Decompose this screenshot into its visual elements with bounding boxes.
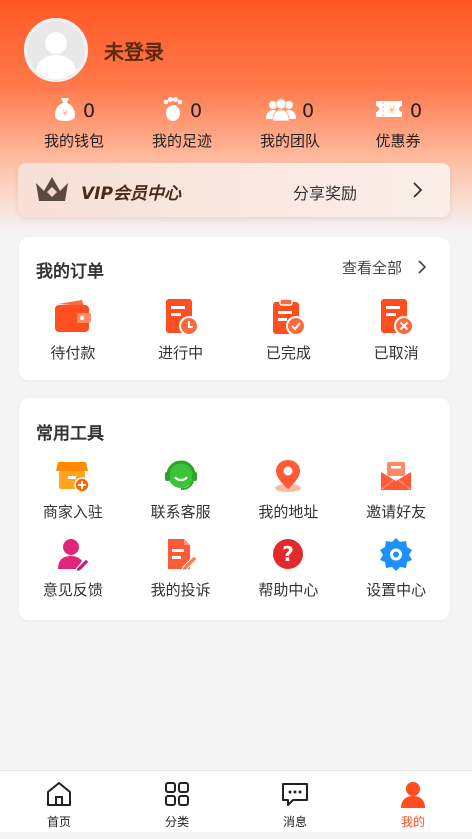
category-icon <box>118 779 236 809</box>
wallet-label: 我的钱包 <box>43 132 104 150</box>
svg-text:¥: ¥ <box>389 106 395 116</box>
order-cancelled[interactable]: 已取消 <box>342 296 450 363</box>
coupon-label: 优惠券 <box>375 132 421 150</box>
stat-footprint[interactable]: 0 我的足迹 <box>128 96 236 151</box>
tab-category-label: 分类 <box>164 815 189 829</box>
footprint-count: 0 <box>189 100 203 122</box>
order-pending-payment[interactable]: 待付款 <box>19 296 127 363</box>
order-in-progress[interactable]: 进行中 <box>127 296 235 363</box>
tab-profile-label: 我的 <box>400 815 425 829</box>
crown-icon <box>34 173 70 209</box>
tool-feedback-label: 意见反馈 <box>42 581 103 599</box>
location-icon <box>235 455 343 497</box>
tools-title: 常用工具 <box>36 424 104 444</box>
bottom-edge <box>0 832 472 839</box>
coupon-icon: ¥ <box>374 98 404 124</box>
tool-merchant-join[interactable]: 商家入驻 <box>19 455 127 522</box>
order-in-progress-label: 进行中 <box>158 344 204 362</box>
footprint-label: 我的足迹 <box>151 132 212 150</box>
tools-grid-row-2: 意见反馈 我的投诉 ? 帮助中心 设置中心 <box>19 533 450 600</box>
message-icon <box>236 779 354 809</box>
team-icon <box>265 97 296 125</box>
share-reward-label[interactable]: 分享奖励 <box>293 180 357 204</box>
feedback-icon <box>19 533 127 575</box>
svg-text:?: ? <box>283 542 295 566</box>
wallet-count: 0 <box>82 100 96 122</box>
tool-my-address-label: 我的地址 <box>258 503 319 521</box>
view-all-orders-link[interactable]: 查看全部 <box>342 257 402 278</box>
avatar[interactable] <box>24 18 88 82</box>
tools-grid-row-1: 商家入驻 联系客服 我的地址 邀请好友 <box>19 455 450 522</box>
tab-profile[interactable]: 我的 <box>354 771 472 832</box>
order-pending-payment-label: 待付款 <box>50 344 96 362</box>
settings-icon <box>342 533 450 575</box>
tool-settings-label: 设置中心 <box>366 581 427 599</box>
wallet-icon <box>19 296 127 338</box>
tab-home[interactable]: 首页 <box>0 771 118 832</box>
team-count: 0 <box>301 100 315 122</box>
tool-customer-service-label: 联系客服 <box>150 503 211 521</box>
svg-text:¥: ¥ <box>62 109 67 118</box>
order-completed-label: 已完成 <box>265 344 311 362</box>
order-cancelled-label: 已取消 <box>373 344 419 362</box>
invite-icon <box>342 455 450 497</box>
tool-invite-friends[interactable]: 邀请好友 <box>342 455 450 522</box>
tab-home-label: 首页 <box>46 815 71 829</box>
complaint-icon <box>127 533 235 575</box>
tab-messages[interactable]: 消息 <box>236 771 354 832</box>
team-label: 我的团队 <box>259 132 320 150</box>
orders-grid: 待付款 进行中 已完成 已取消 <box>19 296 450 363</box>
orders-card: 我的订单 查看全部 待付款 进行中 已完成 已取消 <box>19 237 450 380</box>
stat-coupon[interactable]: ¥ 0 优惠券 <box>344 96 452 151</box>
wallet-bag-icon: ¥ <box>53 96 77 126</box>
tool-settings[interactable]: 设置中心 <box>342 533 450 600</box>
bottom-tab-bar: 首页 分类 消息 我的 <box>0 770 472 832</box>
home-icon <box>0 779 118 809</box>
stat-wallet[interactable]: ¥ 0 我的钱包 <box>20 96 128 151</box>
chevron-right-icon <box>412 181 424 203</box>
username[interactable]: 未登录 <box>104 36 164 65</box>
stat-team[interactable]: 0 我的团队 <box>236 96 344 151</box>
vip-banner[interactable]: VIP会员中心 分享奖励 <box>18 163 450 217</box>
profile-icon <box>354 779 472 809</box>
cancelled-icon <box>342 296 450 338</box>
tool-help-center-label: 帮助中心 <box>258 581 319 599</box>
tool-invite-friends-label: 邀请好友 <box>366 503 427 521</box>
coupon-count: 0 <box>409 100 423 122</box>
order-completed[interactable]: 已完成 <box>235 296 343 363</box>
help-icon: ? <box>235 533 343 575</box>
tool-complaint[interactable]: 我的投诉 <box>127 533 235 600</box>
footprint-icon <box>162 96 184 126</box>
tool-help-center[interactable]: ? 帮助中心 <box>235 533 343 600</box>
vip-title: VIP会员中心 <box>81 184 181 204</box>
tool-merchant-join-label: 商家入驻 <box>42 503 103 521</box>
tab-category[interactable]: 分类 <box>118 771 236 832</box>
tools-card: 常用工具 商家入驻 联系客服 我的地址 邀请好友 意见反馈 我的投诉 ? 帮助中… <box>19 398 450 620</box>
completed-icon <box>235 296 343 338</box>
stats-row: ¥ 0 我的钱包 0 我的足迹 0 我的团队 ¥ 0 优惠券 <box>20 96 452 151</box>
in-progress-icon <box>127 296 235 338</box>
tool-my-address[interactable]: 我的地址 <box>235 455 343 522</box>
tab-messages-label: 消息 <box>282 815 307 829</box>
tool-feedback[interactable]: 意见反馈 <box>19 533 127 600</box>
customer-service-icon <box>127 455 235 497</box>
tool-complaint-label: 我的投诉 <box>150 581 211 599</box>
tool-customer-service[interactable]: 联系客服 <box>127 455 235 522</box>
orders-title: 我的订单 <box>36 262 104 282</box>
merchant-icon <box>19 455 127 497</box>
chevron-right-icon <box>417 259 427 279</box>
